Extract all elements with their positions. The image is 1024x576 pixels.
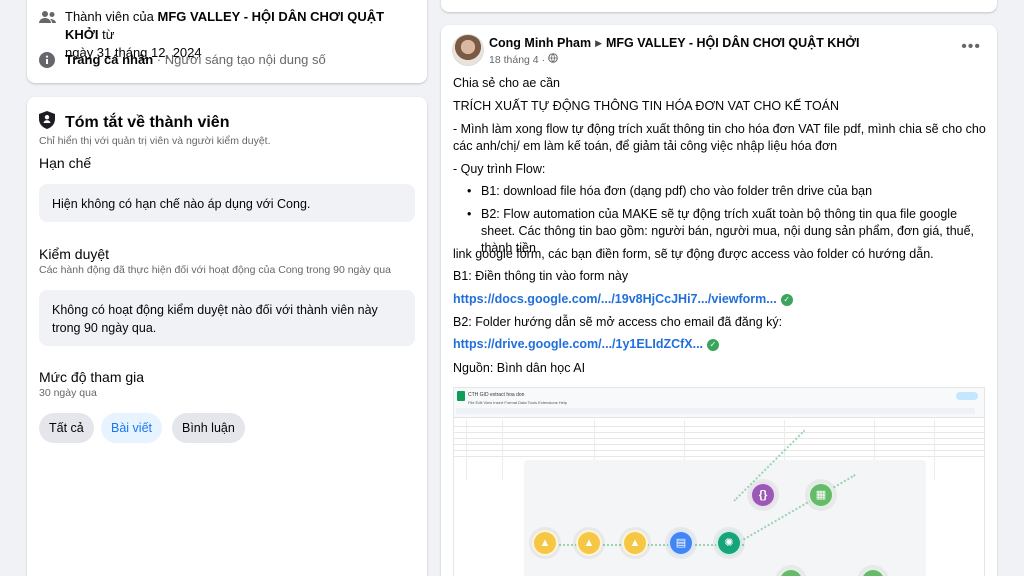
drive-link-row: https://drive.google.com/.../1y1ELIdZCfX…: [453, 336, 720, 353]
grid-line: [454, 456, 984, 457]
make-module-node: ▲: [576, 530, 602, 556]
profile-separator: ·: [153, 52, 165, 67]
filter-all-button[interactable]: Tất cả: [39, 413, 94, 443]
post-line: TRÍCH XUẤT TỰ ĐỘNG THÔNG TIN HÓA ĐƠN VAT…: [453, 99, 840, 113]
sheets-logo-icon: [457, 391, 465, 401]
google-form-link[interactable]: https://docs.google.com/.../19v8HjCcJHi7…: [453, 292, 777, 306]
make-icon: ▲: [539, 537, 551, 549]
docs-link-row: https://docs.google.com/.../19v8HjCcJHi7…: [453, 291, 793, 308]
openai-icon: ✺: [724, 537, 734, 549]
post-line: B2: Folder hướng dẫn sẽ mở access cho em…: [453, 315, 783, 329]
json-parser-node: {}: [750, 482, 776, 508]
make-icon: ▲: [629, 537, 641, 549]
moderation-heading: Kiểm duyệt: [39, 246, 110, 262]
restriction-box: Hiện không có hạn chế nào áp dụng với Co…: [39, 184, 415, 222]
previous-post-card: [441, 0, 997, 12]
restriction-heading: Hạn chế: [39, 155, 92, 171]
sheets-node: ▦: [808, 482, 834, 508]
post-card: Cong Minh Pham ▶ MFG VALLEY - HỘI DÂN CH…: [441, 25, 997, 576]
moderation-text: Không có hoạt động kiểm duyệt nào đối vớ…: [52, 303, 378, 335]
filter-posts-button[interactable]: Bài viết: [101, 413, 162, 443]
membership-suffix: từ: [98, 27, 115, 42]
moderation-box: Không có hoạt động kiểm duyệt nào đối vớ…: [39, 290, 415, 346]
spreadsheet-toolbar: CTH GID extract hoa don File Edit View I…: [454, 388, 984, 418]
verified-check-icon: ✓: [780, 293, 793, 306]
sheets-node: [860, 568, 886, 576]
caret-right-icon: ▶: [595, 37, 602, 48]
make-scenario-diagram: ▲ ▲ ▲ ▤ ✺ {} ▦: [524, 429, 926, 576]
grid-line: [454, 426, 984, 427]
post-line: Chia sẻ cho ae cần: [453, 76, 561, 90]
spreadsheet-toolbar-strip: [456, 408, 976, 414]
post-line: link google form, các bạn điền form, sẽ …: [453, 247, 934, 261]
grid-col: [934, 420, 935, 480]
post-line: - Quy trình Flow:: [453, 162, 546, 176]
post-group-link[interactable]: MFG VALLEY - HỘI DÂN CHƠI QUẬT KHỞI: [606, 36, 860, 50]
author-name-link[interactable]: Cong Minh Pham: [489, 36, 591, 50]
profile-type-label: Trang cá nhân: [65, 52, 154, 67]
grid-line: [454, 450, 984, 451]
list-item-text: B1: download file hóa đơn (dạng pdf) cho…: [481, 184, 873, 198]
spreadsheet-title: CTH GID extract hoa don: [468, 392, 525, 398]
json-icon: {}: [758, 489, 768, 501]
post-line: các anh/chị/ em làm kế toán, để giảm tải…: [453, 139, 838, 153]
engagement-heading: Mức độ tham gia: [39, 369, 145, 385]
summary-title-text: Tóm tắt về thành viên: [65, 113, 230, 131]
make-trigger-node: ▲: [532, 530, 558, 556]
grid-col: [502, 420, 503, 480]
more-options-icon[interactable]: •••: [961, 38, 981, 56]
moderation-subtitle: Các hành động đã thực hiện đối với hoạt …: [39, 264, 391, 276]
globe-icon[interactable]: [548, 53, 558, 66]
membership-prefix: Thành viên của: [65, 9, 158, 24]
post-header: Cong Minh Pham ▶ MFG VALLEY - HỘI DÂN CH…: [489, 36, 860, 50]
filter-comments-button[interactable]: Bình luận: [172, 413, 245, 443]
post-line: Nguồn: Bình dân học AI: [453, 361, 586, 375]
profile-row: Trang cá nhân · Người sáng tạo nội dung …: [39, 51, 326, 73]
grid-col: [466, 420, 467, 480]
post-line: B1: Điền thông tin vào form này: [453, 269, 629, 283]
spreadsheet-menu: File Edit View Insert Format Data Tools …: [468, 400, 568, 405]
make-icon: ▲: [583, 537, 595, 549]
summary-subtitle: Chỉ hiển thị với quản trị viên và người …: [39, 135, 271, 147]
make-module-node: ▲: [622, 530, 648, 556]
sheets-node: [778, 568, 804, 576]
verified-check-icon: ✓: [707, 338, 720, 351]
sheets-icon: ▦: [815, 489, 827, 501]
meta-dot: ·: [541, 53, 546, 66]
profile-description: Người sáng tạo nội dung số: [164, 52, 326, 67]
grid-line: [454, 444, 984, 445]
shield-icon: [39, 111, 57, 134]
bullet-dot: •: [467, 184, 472, 198]
info-icon: [39, 52, 57, 73]
openai-node: ✺: [716, 530, 742, 556]
member-summary-card: Tóm tắt về thành viên Chỉ hiển thị với q…: [27, 97, 427, 576]
restriction-text: Hiện không có hạn chế nào áp dụng với Co…: [52, 197, 311, 211]
document-icon: ▤: [675, 537, 687, 549]
share-button: [956, 392, 978, 400]
post-meta: 18 tháng 4 ·: [489, 53, 558, 66]
member-about-card: Thành viên của MFG VALLEY - HỘI DÂN CHƠI…: [27, 0, 427, 83]
grid-line: [454, 432, 984, 433]
summary-title: Tóm tắt về thành viên: [39, 111, 229, 134]
google-docs-node: ▤: [668, 530, 694, 556]
list-item: • B1: download file hóa đơn (dạng pdf) c…: [467, 183, 987, 200]
google-drive-link[interactable]: https://drive.google.com/.../1y1ELIdZCfX…: [453, 337, 703, 351]
author-avatar[interactable]: [452, 34, 484, 66]
engagement-subtitle: 30 ngày qua: [39, 387, 97, 399]
grid-line: [454, 438, 984, 439]
post-date-link[interactable]: 18 tháng 4: [489, 54, 539, 66]
post-line: - Mình làm xong flow tự động trích xuất …: [453, 122, 986, 136]
post-image[interactable]: CTH GID extract hoa don File Edit View I…: [453, 387, 985, 576]
